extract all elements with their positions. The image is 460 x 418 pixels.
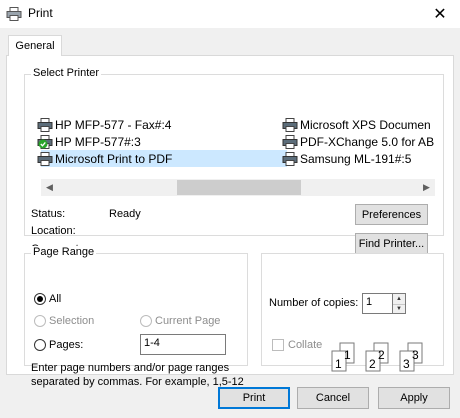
- collate-checkbox[interactable]: [272, 339, 284, 351]
- status-value: Ready: [109, 208, 141, 220]
- pages-radio[interactable]: [34, 339, 46, 351]
- printer-default-check-icon: [37, 134, 53, 149]
- status-label: Status:: [31, 208, 66, 220]
- page-range-legend: Page Range: [31, 246, 97, 258]
- current-page-label[interactable]: Current Page: [155, 315, 220, 327]
- printer-name: Microsoft XPS Documen: [300, 117, 431, 132]
- cancel-button[interactable]: Cancel: [297, 387, 369, 409]
- pages-input[interactable]: 1-4: [140, 334, 226, 355]
- printer-item-pdf-xchange[interactable]: PDF-XChange 5.0 for ABI: [282, 133, 435, 150]
- printer-name: Samsung ML-191#:5: [300, 151, 412, 166]
- page-range-help-line1: Enter page numbers and/or page ranges: [31, 362, 230, 374]
- printer-item-hp-mfp[interactable]: HP MFP-577#:3: [37, 133, 141, 150]
- spin-up-icon[interactable]: ▲: [393, 294, 405, 304]
- printer-list-scrollbar[interactable]: ◀ ▶: [41, 179, 435, 196]
- collate-page-1b: 1: [344, 348, 351, 362]
- all-pages-label[interactable]: All: [49, 293, 61, 305]
- printer-name: Microsoft Print to PDF: [55, 151, 173, 166]
- printer-item-ms-pdf[interactable]: Microsoft Print to PDF: [37, 150, 172, 167]
- printer-item-hp-fax[interactable]: HP MFP-577 - Fax#:4: [37, 116, 171, 133]
- current-page-radio[interactable]: [140, 315, 152, 327]
- printer-item-ms-xps[interactable]: Microsoft XPS Documen: [282, 116, 435, 133]
- window-title: Print: [28, 6, 53, 20]
- printer-name: HP MFP-577#:3: [55, 134, 141, 149]
- copies-label: Number of copies:: [269, 297, 359, 309]
- all-pages-radio[interactable]: [34, 293, 46, 305]
- tab-general[interactable]: General: [8, 35, 62, 56]
- find-printer-button[interactable]: Find Printer...: [355, 233, 428, 254]
- selection-label[interactable]: Selection: [49, 315, 94, 327]
- copies-spinner[interactable]: ▲ ▼: [392, 293, 406, 314]
- printer-item-samsung[interactable]: Samsung ML-191#:5: [282, 150, 411, 167]
- collate-page-3a: 3: [403, 357, 410, 371]
- selection-radio[interactable]: [34, 315, 46, 327]
- printer-icon: [282, 134, 298, 149]
- scroll-left-icon[interactable]: ◀: [41, 179, 58, 196]
- page-range-help-line2: separated by commas. For example, 1,5-12: [31, 376, 244, 388]
- collate-page-2a: 2: [369, 357, 376, 371]
- print-button[interactable]: Print: [218, 387, 290, 409]
- collate-illustration: 1 1 2 2 3 3: [331, 342, 423, 372]
- apply-button[interactable]: Apply: [378, 387, 450, 409]
- tab-panel-general: Select Printer HP MFP-577 - Fax#:4 HP MF…: [6, 55, 454, 388]
- preferences-button[interactable]: Preferences: [355, 204, 428, 225]
- collate-label[interactable]: Collate: [288, 339, 322, 351]
- location-label: Location:: [31, 225, 76, 237]
- pages-label[interactable]: Pages:: [49, 339, 83, 351]
- scrollbar-thumb[interactable]: [177, 180, 301, 195]
- spin-down-icon[interactable]: ▼: [393, 304, 405, 313]
- select-printer-legend: Select Printer: [31, 67, 102, 79]
- scroll-right-icon[interactable]: ▶: [418, 179, 435, 196]
- title-bar: Print ✕: [0, 0, 460, 28]
- close-icon[interactable]: ✕: [420, 0, 460, 28]
- collate-page-2b: 2: [378, 348, 385, 362]
- printer-icon: [6, 7, 22, 21]
- printer-icon: [37, 151, 53, 166]
- printer-icon: [282, 151, 298, 166]
- collate-page-1a: 1: [335, 357, 342, 371]
- printer-icon: [282, 117, 298, 132]
- printer-name: PDF-XChange 5.0 for ABI: [300, 134, 435, 149]
- collate-page-3b: 3: [412, 348, 419, 362]
- dialog-client-area: General Select Printer HP MFP-577 - Fax#…: [0, 28, 460, 418]
- printer-icon: [37, 117, 53, 132]
- copies-input[interactable]: 1: [362, 293, 393, 314]
- printer-name: HP MFP-577 - Fax#:4: [55, 117, 172, 132]
